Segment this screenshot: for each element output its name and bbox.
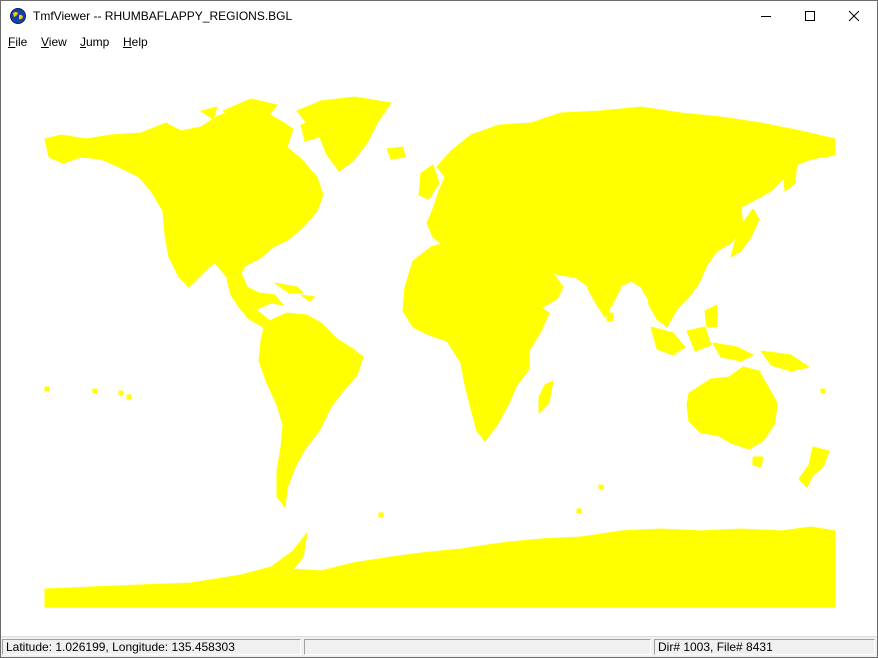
close-icon [848,10,860,22]
land-tasmania [752,456,764,468]
land-madagascar [538,380,554,414]
minimize-button[interactable] [743,1,789,31]
maximize-button[interactable] [787,1,833,31]
land-antarctica [44,526,836,608]
window-title: TmfViewer -- RHUMBAFLAPPY_REGIONS.BGL [33,9,293,23]
world-map[interactable] [1,51,877,636]
minimize-icon [761,16,771,17]
land-iceland [386,146,406,160]
menu-view-accelerator: V [41,35,49,49]
menu-jump-label: ump [86,35,110,49]
globe-icon[interactable] [10,8,26,24]
land-new-guinea [760,350,810,372]
menu-file-label: ile [15,35,28,49]
land-south-america [258,312,364,508]
title-bar[interactable]: TmfViewer -- RHUMBAFLAPPY_REGIONS.BGL [1,1,877,31]
land-sri-lanka [606,312,614,322]
menu-help-label: elp [131,35,148,49]
status-coordinates: Latitude: 1.026199, Longitude: 135.45830… [2,639,301,655]
menu-jump[interactable]: Jump [80,35,109,49]
land-new-zealand [798,446,830,488]
land-british-isles [418,164,440,200]
status-bar: Latitude: 1.026199, Longitude: 135.45830… [1,636,877,657]
menu-view-label: iew [48,35,67,49]
close-button[interactable] [831,1,877,31]
menu-help-accelerator: H [123,35,132,49]
land-australia [686,366,778,450]
menu-file[interactable]: File [8,35,27,49]
menu-bar: File View Jump Help [1,31,877,52]
land-north-america [44,108,324,310]
maximize-icon [805,11,815,21]
app-window: TmfViewer -- RHUMBAFLAPPY_REGIONS.BGL Fi… [0,0,878,658]
map-view[interactable] [1,51,877,636]
menu-help[interactable]: Help [123,35,148,49]
status-middle-pane [304,639,651,655]
status-file-info: Dir# 1003, File# 8431 [654,639,875,655]
menu-view[interactable]: View [41,35,67,49]
land-caribbean [274,282,316,302]
